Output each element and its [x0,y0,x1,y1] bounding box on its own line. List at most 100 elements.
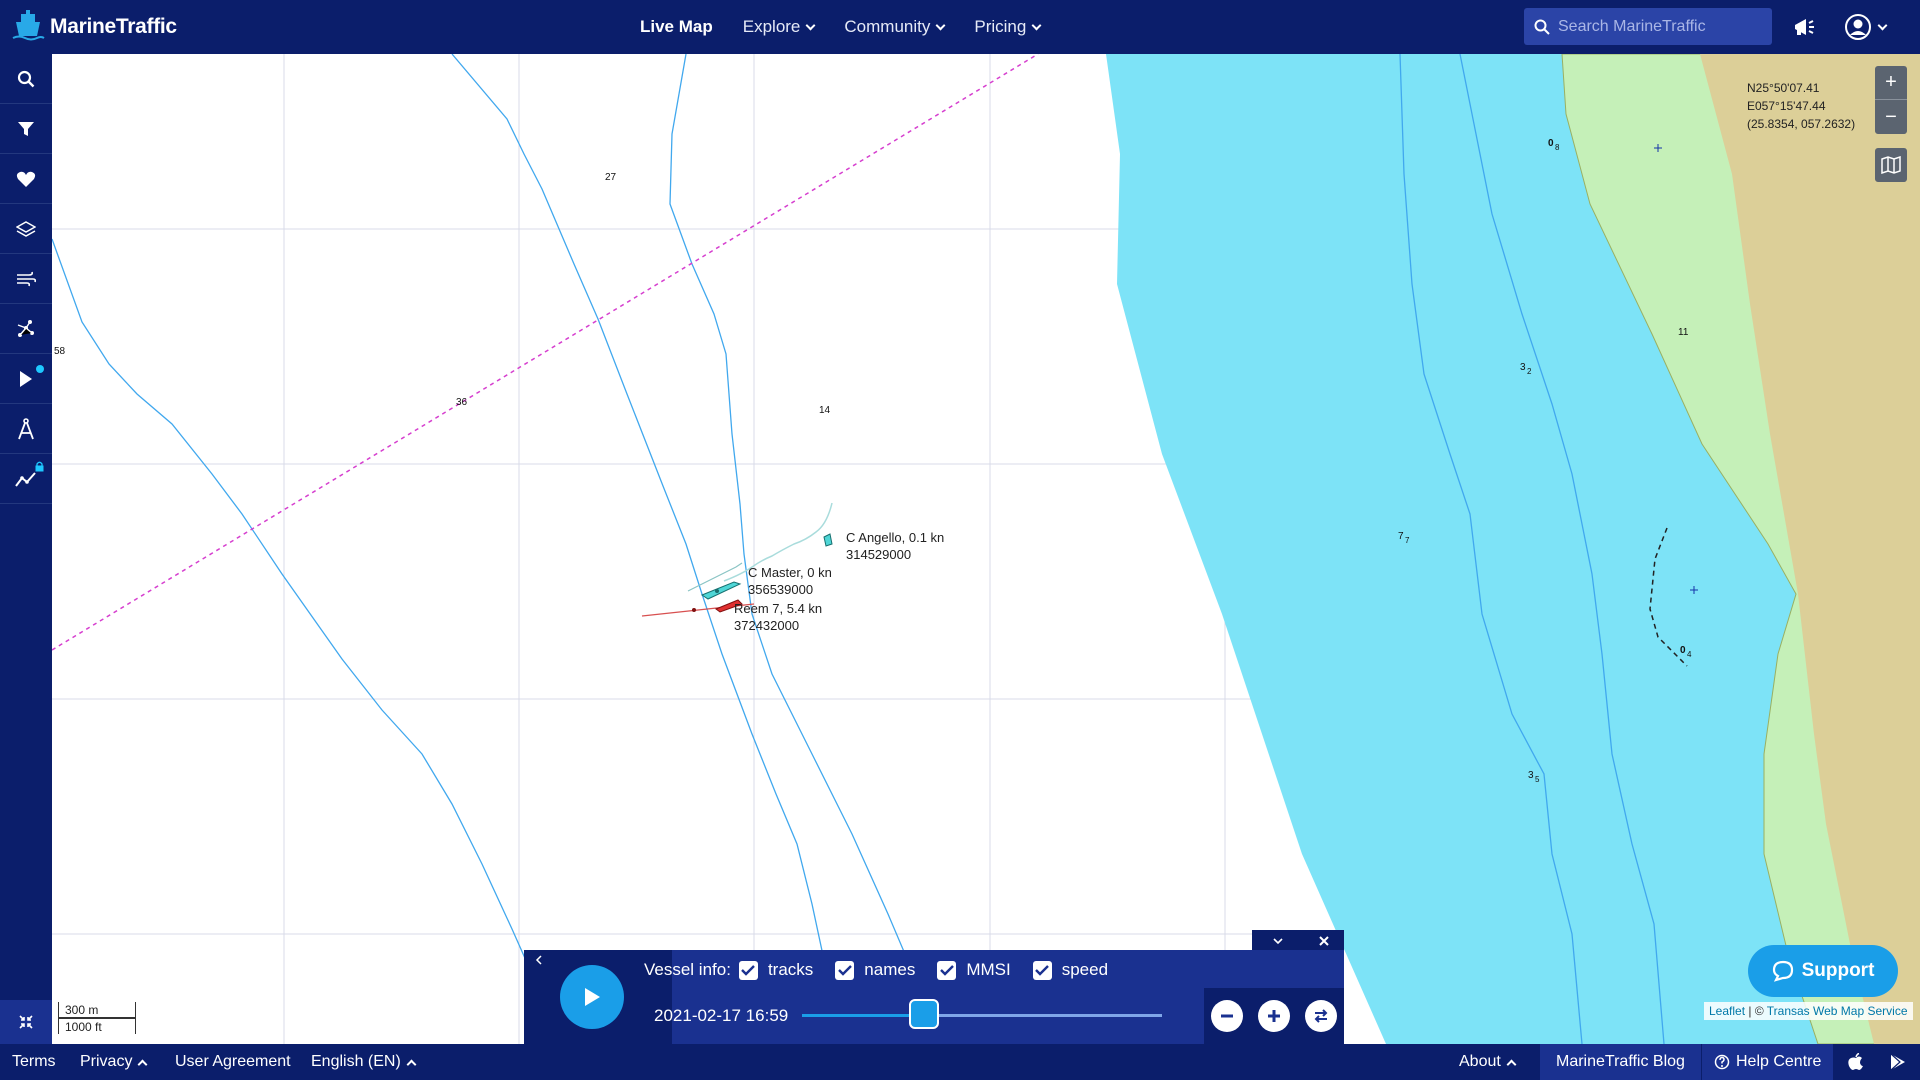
leaflet-link[interactable]: Leaflet [1709,1004,1745,1018]
repeat-button[interactable] [1304,1000,1337,1032]
google-play-icon[interactable] [1890,1053,1906,1071]
depth-sounding: 8 [1555,143,1560,152]
collapse-arrows-icon [19,1015,33,1029]
nautical-chart [52,54,1920,1044]
chart-line-icon [15,471,36,487]
transas-link[interactable]: Transas Web Map Service [1767,1004,1908,1018]
names-checkbox[interactable] [835,960,855,980]
sidebar-search[interactable] [0,54,52,104]
mmsi-checkbox[interactable] [937,960,957,980]
timeline-progress [802,1014,925,1017]
sidebar-filter[interactable] [0,104,52,154]
check-icon [1035,965,1050,976]
depth-sounding: 2 [1527,367,1532,376]
nav-label: Explore [742,17,801,36]
track-playback-panel: Vessel info: tracks names MMSI speed 202… [524,950,1344,1044]
footer-privacy[interactable]: Privacy [80,1044,148,1080]
vessel-name: Reem 7, 5.4 kn [734,601,823,616]
vessel-label-c-angello[interactable]: C Angello, 0.1 kn 314529000 [846,529,944,563]
check-icon [939,965,954,976]
faster-button[interactable] [1257,1000,1290,1032]
chevron-down-icon [805,20,816,30]
footer-language[interactable]: English (EN) [311,1044,417,1080]
minimize-icon[interactable] [1272,936,1284,946]
depth-sounding: 58 [54,346,66,357]
zoom-in-button[interactable]: + [1875,66,1907,100]
nav-community[interactable]: Community [844,17,946,37]
slower-button[interactable] [1211,1000,1244,1032]
play-button[interactable] [560,965,624,1029]
playback-controls [1204,988,1344,1044]
chevron-down-icon [1877,20,1888,30]
depth-sounding: 4 [1687,650,1692,659]
decimal-coordinates: (25.8354, 057.2632) [1747,117,1856,131]
search-icon [17,70,35,87]
player-body: Vessel info: tracks names MMSI speed 202… [556,950,1344,1044]
close-icon[interactable] [1318,935,1330,947]
footer-terms[interactable]: Terms [12,1044,56,1080]
nav-explore[interactable]: Explore [742,17,816,37]
top-navbar: MarineTraffic Live Map Explore Community… [0,0,1920,54]
map-canvas[interactable]: 27 58 36 14 0 8 3 2 11 7 7 0 4 3 5 C Ang… [52,54,1920,1044]
depth-sounding: 27 [605,172,617,183]
brand-logo[interactable]: MarineTraffic [10,10,177,44]
sidebar-measure[interactable] [0,404,52,454]
collapse-left-icon[interactable] [534,954,544,966]
user-avatar-icon [1845,14,1871,40]
footer-label: Help Centre [1736,1053,1822,1070]
heart-icon [16,171,36,187]
option-label: speed [1061,960,1109,979]
footer-blog[interactable]: MarineTraffic Blog [1540,1044,1701,1080]
playback-datetime: 2021-02-17 16:59 [654,1006,789,1025]
left-toolbar [0,54,52,1044]
map-type-button[interactable] [1875,148,1907,182]
footer-user-agreement[interactable]: User Agreement [175,1044,291,1080]
support-button[interactable]: Support [1748,945,1898,997]
apple-icon[interactable] [1848,1053,1864,1071]
layers-icon [16,220,36,237]
sidebar-analytics[interactable] [0,454,52,504]
search-input[interactable] [1558,17,1758,36]
footer-help-centre[interactable]: Help Centre [1702,1044,1834,1080]
sidebar-routes[interactable] [0,304,52,354]
footer-label: User Agreement [175,1053,291,1070]
swap-arrows-icon [1314,1009,1328,1023]
vessel-mmsi: 314529000 [846,547,912,562]
sidebar-layers[interactable] [0,204,52,254]
account-menu[interactable] [1844,13,1888,41]
option-label: tracks [767,960,814,979]
attribution-separator: | © [1745,1004,1767,1018]
brand-name: MarineTraffic [50,15,177,38]
tracks-checkbox[interactable] [738,960,758,980]
play-icon [585,988,600,1006]
vessel-info-options: Vessel info: tracks names MMSI speed [644,960,1108,980]
timeline-slider[interactable] [802,999,1162,1029]
nav-pricing[interactable]: Pricing [974,17,1042,37]
check-icon [837,965,852,976]
scale-metric: 300 m [58,1002,136,1018]
announcement-icon[interactable] [1792,15,1816,39]
search-box[interactable] [1524,8,1772,45]
playback-icon [20,370,32,387]
map-scale: 300 m 1000 ft [58,1002,136,1034]
zoom-out-button[interactable]: − [1875,100,1907,134]
nav-live-map[interactable]: Live Map [640,17,713,37]
active-dot [36,365,44,373]
sidebar-fleets[interactable] [0,154,52,204]
support-label: Support [1801,960,1875,981]
vessel-mmsi: 356539000 [748,582,814,597]
speed-checkbox[interactable] [1032,960,1052,980]
vessel-label-reem-7[interactable]: Reem 7, 5.4 kn 372432000 [734,600,822,634]
measure-icon [18,417,34,439]
chat-bubble-icon [1772,960,1793,982]
player-window-controls [1252,930,1344,952]
footer-about[interactable]: About [1459,1044,1517,1080]
fullscreen-button[interactable] [0,1000,52,1044]
footer-label: English (EN) [311,1053,401,1070]
chevron-up-icon [138,1059,148,1069]
timeline-handle[interactable] [909,999,940,1029]
ship-logo-icon [12,10,45,41]
sidebar-playback[interactable] [0,354,52,404]
sidebar-weather[interactable] [0,254,52,304]
vessel-label-c-master[interactable]: C Master, 0 kn 356539000 [748,564,832,598]
